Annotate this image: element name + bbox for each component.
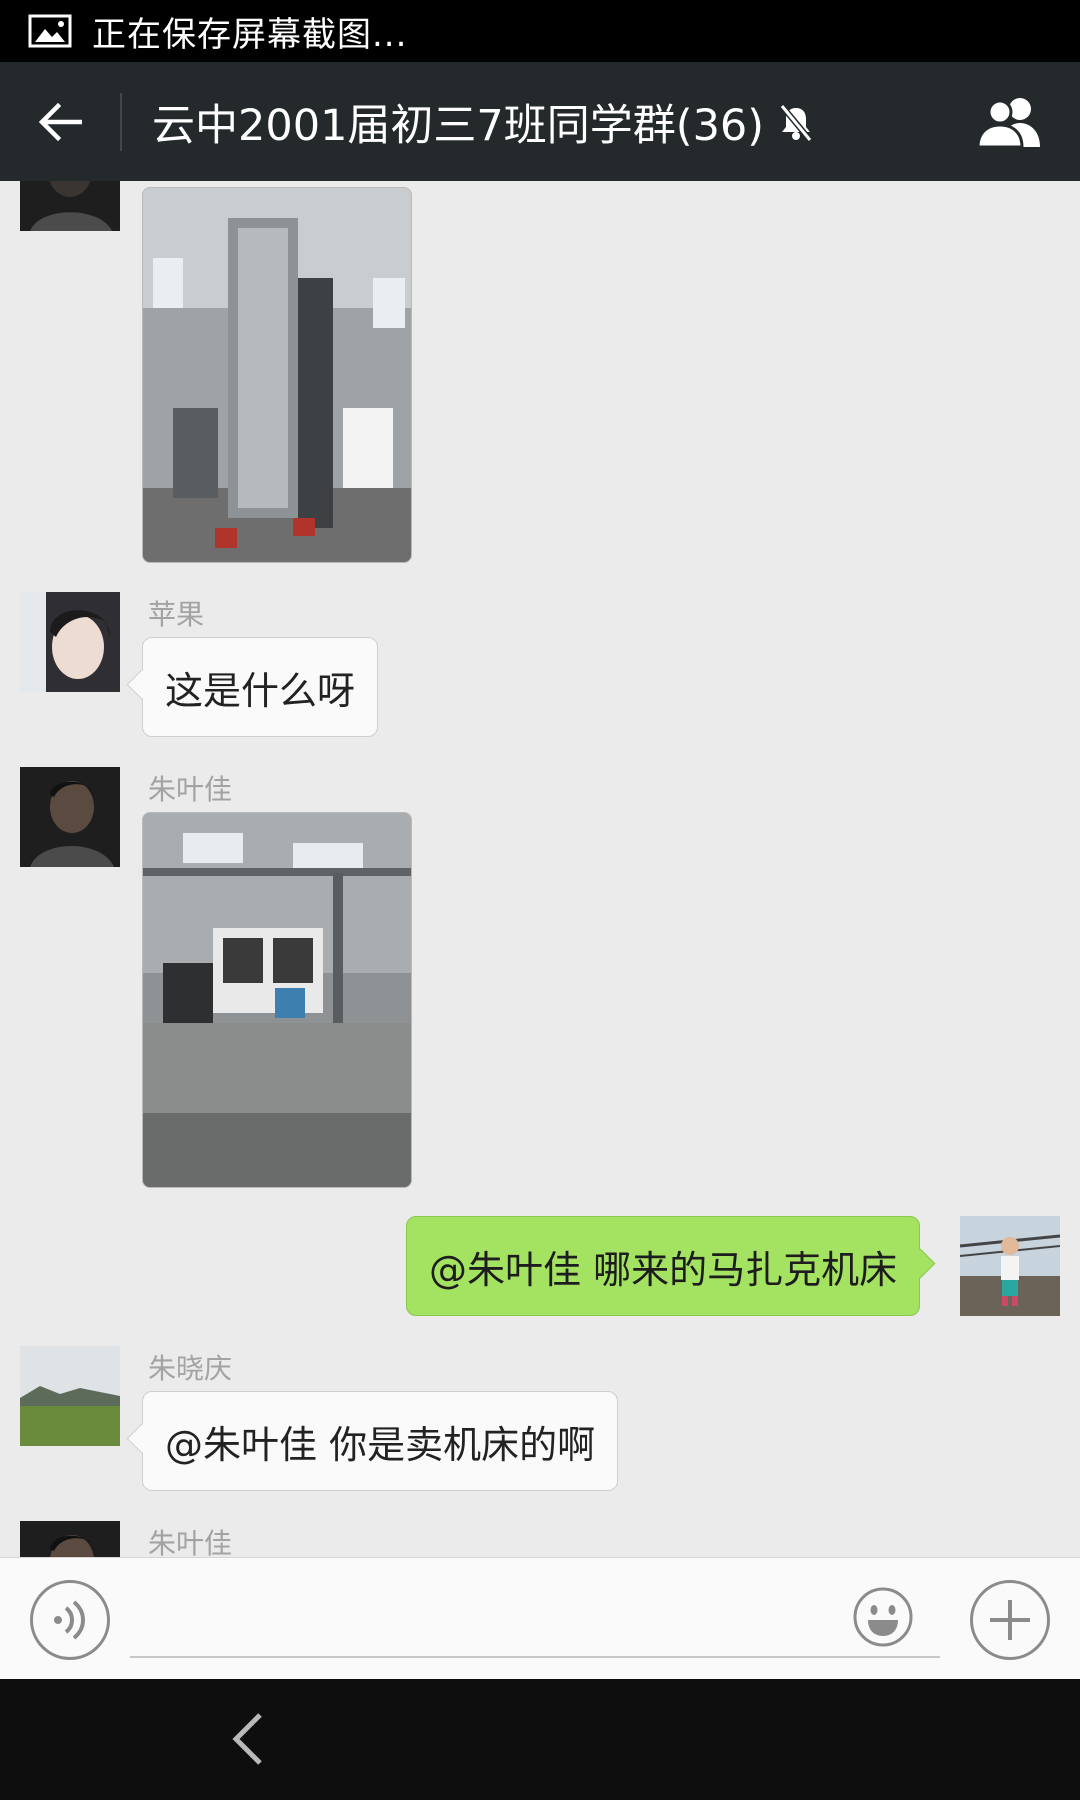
- group-members-button[interactable]: [970, 84, 1050, 160]
- sender-name: 朱叶佳: [148, 773, 233, 806]
- message-bubble-mine[interactable]: @朱叶佳 哪来的马扎克机床: [406, 1216, 921, 1316]
- chat-image-factory[interactable]: [142, 812, 412, 1188]
- bell-muted-icon: [779, 103, 813, 142]
- image-icon: [28, 14, 72, 48]
- message-input[interactable]: [130, 1578, 940, 1658]
- voice-icon: [54, 1600, 85, 1640]
- avatar[interactable]: [20, 181, 120, 231]
- status-bar: 正在保存屏幕截图...: [0, 0, 1080, 62]
- avatar[interactable]: [20, 1521, 120, 1557]
- input-bar: [0, 1557, 1080, 1679]
- title-divider: [120, 92, 122, 151]
- notification-text: 正在保存屏幕截图...: [92, 14, 408, 55]
- message-bubble[interactable]: @朱叶佳 你是卖机床的啊: [142, 1391, 619, 1491]
- emoji-icon: [853, 1587, 913, 1647]
- emoji-button[interactable]: [852, 1586, 914, 1648]
- avatar[interactable]: [20, 767, 120, 867]
- more-button[interactable]: [970, 1580, 1050, 1660]
- chat-area[interactable]: 苹果 这是什么呀 朱叶佳 @朱叶佳 哪来的马扎克机床 朱晓庆 @朱叶佳 你是卖机…: [0, 181, 1080, 1557]
- action-bar: 云中2001届初三7班同学群(36): [0, 62, 1080, 181]
- system-nav-bar: [0, 1679, 1080, 1800]
- avatar-mine[interactable]: [960, 1216, 1060, 1316]
- chat-title[interactable]: 云中2001届初三7班同学群(36): [152, 91, 764, 153]
- sender-name: 苹果: [148, 598, 205, 631]
- back-arrow-icon: [38, 102, 82, 141]
- back-button[interactable]: [0, 62, 120, 181]
- sender-name: 朱晓庆: [148, 1352, 233, 1385]
- avatar[interactable]: [20, 1346, 120, 1446]
- chat-image-machine[interactable]: [142, 187, 412, 563]
- group-members-icon: [976, 98, 1040, 149]
- nav-back-icon[interactable]: [220, 1709, 280, 1769]
- message-bubble[interactable]: 这是什么呀: [142, 637, 379, 737]
- plus-icon: [990, 1600, 1030, 1640]
- avatar[interactable]: [20, 592, 120, 692]
- sender-name: 朱叶佳: [148, 1527, 233, 1557]
- voice-button[interactable]: [30, 1580, 110, 1660]
